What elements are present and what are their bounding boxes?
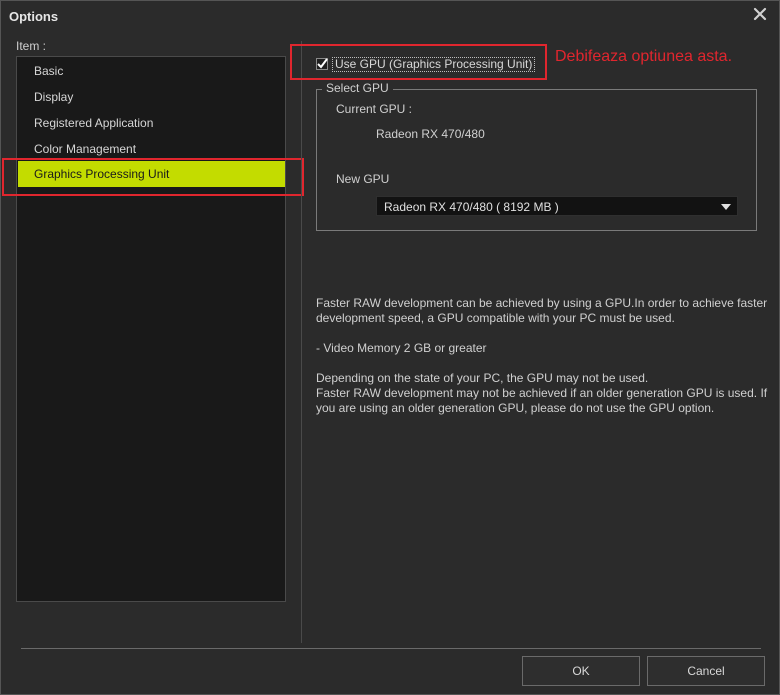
description-line: - Video Memory 2 GB or greater <box>316 341 487 355</box>
item-list: Basic Display Registered Application Col… <box>16 56 286 602</box>
sidebar-item-registered-application[interactable]: Registered Application <box>18 110 285 136</box>
chevron-down-icon <box>721 204 731 210</box>
title-bar: Options <box>1 1 779 31</box>
use-gpu-checkbox[interactable]: Use GPU (Graphics Processing Unit) <box>316 56 536 72</box>
ok-button[interactable]: OK <box>522 656 640 686</box>
sidebar-item-color-management[interactable]: Color Management <box>18 136 285 162</box>
footer-divider <box>21 648 761 649</box>
sidebar-item-graphics-processing-unit[interactable]: Graphics Processing Unit <box>18 161 285 187</box>
close-button[interactable] <box>751 5 769 23</box>
description-line: Faster RAW development may not be achiev… <box>316 386 768 400</box>
vertical-divider <box>301 41 302 643</box>
new-gpu-label: New GPU <box>336 172 390 186</box>
sidebar-item-basic[interactable]: Basic <box>18 58 285 84</box>
description-line: Faster RAW development can be achieved b… <box>316 296 768 310</box>
new-gpu-select-value: Radeon RX 470/480 ( 8192 MB ) <box>384 200 559 214</box>
close-icon <box>753 7 767 21</box>
current-gpu-value: Radeon RX 470/480 <box>376 127 485 141</box>
current-gpu-label: Current GPU : <box>336 102 413 116</box>
description-line: you are using an older generation GPU, p… <box>316 401 715 415</box>
sidebar-item-display[interactable]: Display <box>18 84 285 110</box>
item-list-label: Item : <box>16 39 47 53</box>
new-gpu-select[interactable]: Radeon RX 470/480 ( 8192 MB ) <box>376 196 738 216</box>
cancel-button[interactable]: Cancel <box>647 656 765 686</box>
description-line: development speed, a GPU compatible with… <box>316 311 675 325</box>
options-dialog: Options Item : Basic Display Registered … <box>0 0 780 695</box>
annotation-text: Debifeaza optiunea asta. <box>555 48 733 65</box>
description-line: Depending on the state of your PC, the G… <box>316 371 649 385</box>
checkbox-box[interactable] <box>316 58 328 70</box>
checkmark-icon <box>317 58 328 69</box>
use-gpu-label[interactable]: Use GPU (Graphics Processing Unit) <box>332 56 536 72</box>
dialog-title: Options <box>9 9 59 24</box>
select-gpu-group-title: Select GPU <box>322 81 393 95</box>
